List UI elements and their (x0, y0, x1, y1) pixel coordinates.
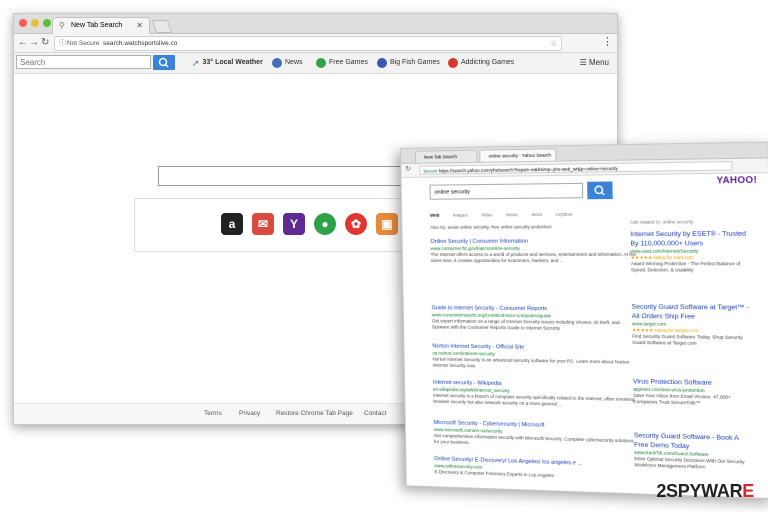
watermark-text-accent: E (742, 481, 754, 501)
footer-contact-link[interactable]: Contact (364, 410, 386, 417)
contacts-icon[interactable]: ● (314, 213, 336, 235)
photos-icon[interactable]: ▣ (376, 213, 398, 235)
ad-snippet: Find Security Guard Software Today. Shop… (632, 334, 751, 348)
yahoo-icon[interactable]: Y (283, 213, 305, 235)
window-controls (19, 19, 51, 27)
search-icon: ⚲ (59, 18, 65, 34)
address-bar-row: ← → ↻ ⓘ Not Secure search.watchsportsliv… (14, 34, 617, 53)
tab-title: New Tab Search (71, 18, 122, 34)
address-bar[interactable]: ⓘ Not Secure search.watchsportslive.co ☆ (54, 36, 562, 51)
ad-item: Security Guard Software at Target™ - All… (632, 302, 752, 347)
tab-yahoo-search[interactable]: online security - Yahoo Search (479, 148, 556, 161)
close-window-icon[interactable] (19, 19, 27, 27)
new-tab-button[interactable] (152, 20, 173, 33)
address-bar[interactable]: Secure https://search.yahoo.com/yhs/sear… (419, 161, 733, 175)
result-item: Guide to Internet Security - Consumer Re… (432, 305, 639, 332)
result-snippet: Get expert information on a range of Int… (432, 318, 639, 332)
toolbar-item-label: News (285, 56, 303, 70)
toolbar-big-fish-games-link[interactable]: Big Fish Games (377, 56, 440, 70)
result-item: Online Security | Consumer Information w… (430, 238, 637, 264)
tab-images[interactable]: Images (453, 213, 468, 218)
main-search-input[interactable] (158, 166, 420, 186)
watermark-logo: 2SPYWARE (656, 481, 754, 502)
toolbar-free-games-link[interactable]: Free Games (316, 56, 368, 70)
free-games-icon (316, 58, 326, 68)
footer-restore-link[interactable]: Restore Chrome Tab Page (276, 410, 353, 417)
news-icon (272, 58, 282, 68)
reload-icon[interactable]: ↻ (41, 36, 49, 50)
footer-privacy-link[interactable]: Privacy (239, 410, 260, 417)
tab-video[interactable]: Video (481, 212, 493, 217)
minimize-window-icon[interactable] (31, 19, 39, 27)
ad-title[interactable]: Security Guard Software at Target™ - All… (632, 302, 751, 322)
search-nav-tabs: Web Images Video News More Anytime (430, 212, 585, 218)
browser-menu-icon[interactable]: ⋮ (602, 35, 613, 48)
result-snippet: Norton Internet Security is an advanced … (432, 357, 639, 373)
tab-anytime[interactable]: Anytime (556, 212, 573, 217)
also-try-line[interactable]: Also try: avast online security, free on… (430, 224, 626, 231)
result-item: Online Security/ E-Discovery/ Los Angele… (434, 456, 641, 482)
toolbar-item-label: Addicting Games (461, 56, 514, 70)
back-icon[interactable]: ← (18, 36, 28, 50)
ad-snippet: Save Your Inbox from Email Viruses. 47,0… (633, 393, 752, 408)
toolbar-item-label: Big Fish Games (390, 56, 440, 70)
footer-terms-link[interactable]: Terms (204, 410, 222, 417)
maximize-window-icon[interactable] (43, 19, 51, 27)
url-text: https://search.yahoo.com/yhs/search?hspa… (439, 166, 618, 174)
toolbar-search-input[interactable] (16, 55, 151, 69)
yahoo-logo: YAHOO! (716, 174, 757, 185)
url-text: search.watchsportslive.co (103, 37, 177, 50)
watermark-text: 2SPYWAR (656, 481, 742, 501)
hamburger-icon: ☰ (580, 58, 587, 67)
tab-more[interactable]: More (531, 212, 542, 217)
shortcut-icons-panel: a ✉ Y ● ✿ ▣ (134, 198, 426, 252)
toolbar-search-button[interactable] (153, 55, 175, 70)
info-icon: ⓘ (59, 37, 66, 50)
result-item: Microsoft Security - Cybersecurity | Mic… (434, 420, 641, 451)
bookmark-star-icon[interactable]: ☆ (550, 37, 557, 50)
reload-icon[interactable]: ↻ (405, 165, 411, 173)
big-fish-games-icon (377, 58, 387, 68)
menu-label: Menu (589, 58, 609, 67)
toolbar-addicting-games-link[interactable]: Addicting Games (448, 56, 514, 70)
addicting-games-icon (448, 58, 458, 68)
ad-snippet: Drive Optimal Security Decisions With Ou… (634, 456, 753, 472)
tab-web[interactable]: Web (430, 213, 440, 218)
result-snippet: The Internet offers access to a world of… (431, 252, 638, 264)
gmail-icon[interactable]: ✉ (252, 213, 274, 235)
ad-item: Internet Security by ESET® - Trusted By … (630, 229, 750, 273)
toolbar-news-link[interactable]: News (272, 56, 303, 70)
toolbar-item-label: Free Games (329, 56, 368, 70)
ad-item: Virus Protection Software appriver.com/a… (633, 377, 753, 408)
close-tab-icon[interactable]: ✕ (136, 18, 143, 34)
hijacker-toolbar: ➚ 33° Local Weather News Free Games Big … (14, 53, 617, 74)
result-item: Internet security - Wikipedia en.wikiped… (433, 380, 640, 410)
weather-widget[interactable]: ➚ 33° Local Weather (192, 56, 263, 70)
search-icon (153, 55, 175, 70)
tab-bar: ⚲ New Tab Search ✕ (14, 14, 617, 34)
amazon-icon[interactable]: a (221, 213, 243, 235)
tab-news[interactable]: News (506, 212, 518, 217)
result-item: Norton Internet Security - Official Site… (432, 343, 639, 372)
yahoo-search-button[interactable] (587, 181, 613, 199)
games-icon[interactable]: ✿ (345, 213, 367, 235)
weather-label: 33° Local Weather (203, 56, 263, 70)
tab-new-tab-search[interactable]: ⚲ New Tab Search ✕ (52, 17, 150, 34)
ad-snippet: Award Winning Protection - The Perfect B… (631, 261, 750, 274)
toolbar-menu-button[interactable]: ☰ Menu (580, 56, 609, 70)
ads-header: Ads related to: online security (630, 219, 738, 226)
yahoo-search-input[interactable]: online security (429, 183, 583, 200)
security-status: Not Secure (67, 37, 100, 50)
ad-item: Security Guard Software - Book A Free De… (634, 431, 754, 472)
secure-label: Secure (423, 168, 437, 173)
search-icon (587, 181, 613, 199)
weather-icon: ➚ (192, 56, 200, 70)
browser-window-yahoo: New Tab Search online security - Yahoo S… (400, 142, 768, 500)
forward-icon[interactable]: → (29, 36, 39, 50)
ad-title[interactable]: Internet Security by ESET® - Trusted By … (630, 229, 749, 248)
tab-new-tab-search[interactable]: New Tab Search (415, 150, 477, 163)
